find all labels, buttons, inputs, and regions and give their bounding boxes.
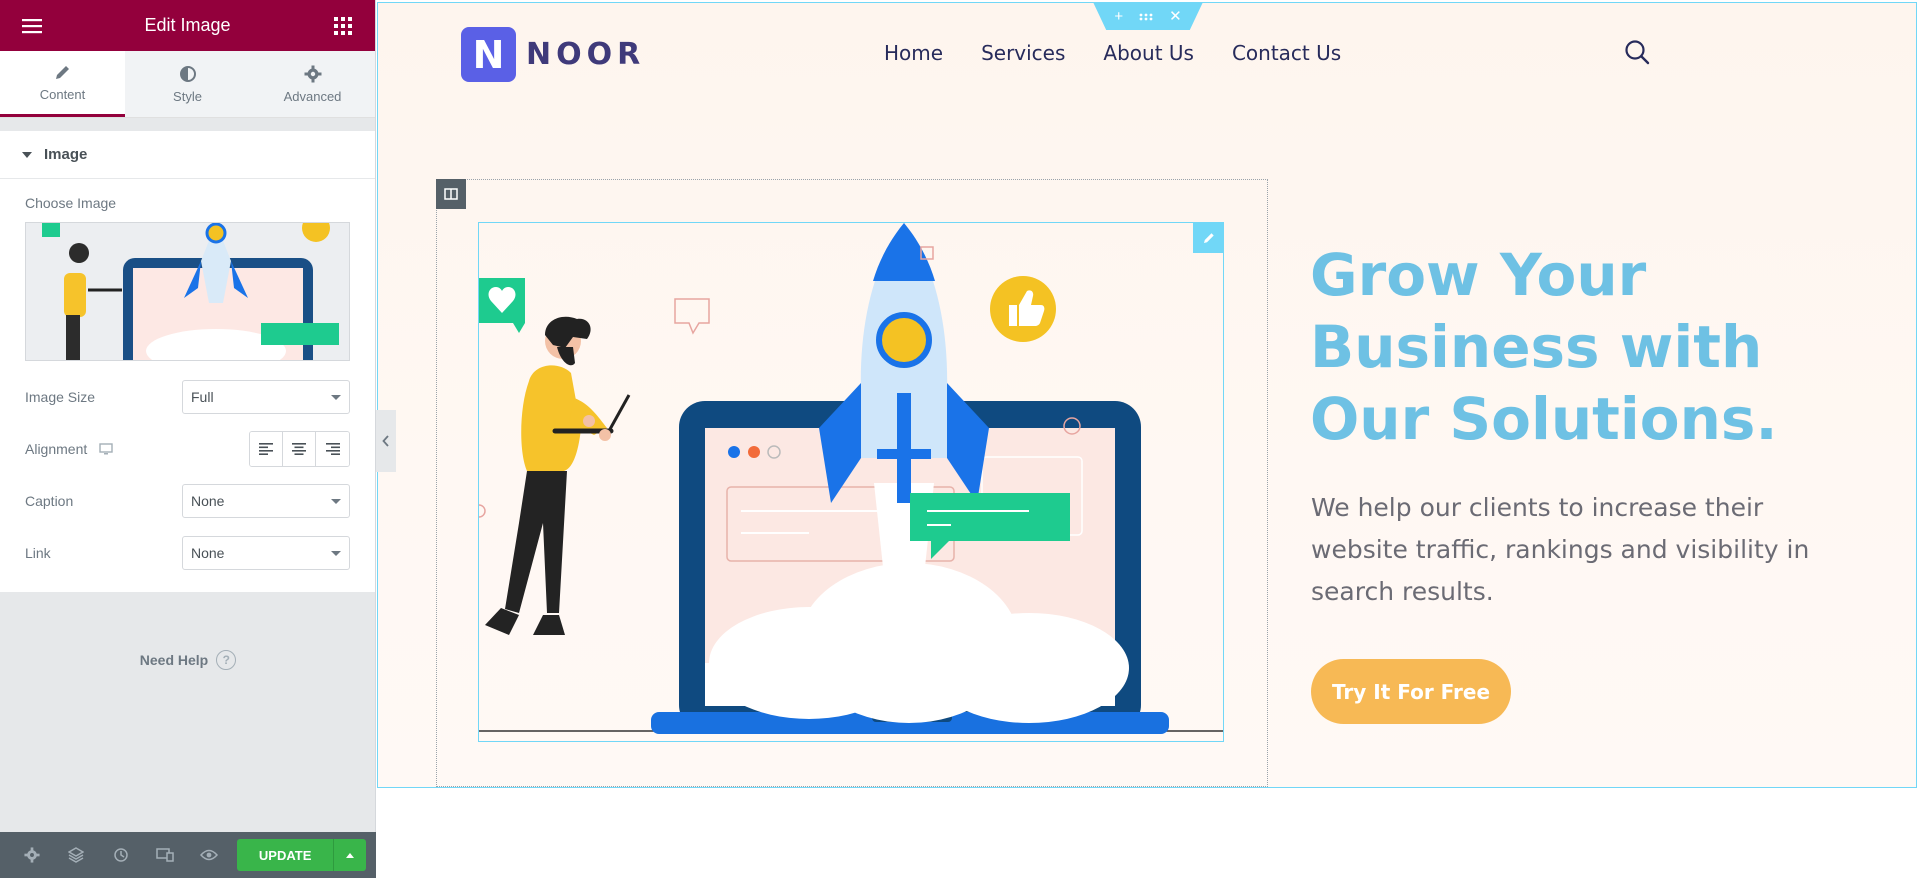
align-right-icon xyxy=(325,443,340,455)
tab-content-label: Content xyxy=(39,87,86,102)
chevron-down-icon xyxy=(331,394,341,400)
try-it-free-button[interactable]: Try It For Free xyxy=(1311,659,1511,724)
image-size-row: Image Size Full xyxy=(25,380,350,414)
panel-header: Edit Image xyxy=(0,0,375,51)
section-title: Image xyxy=(44,146,88,163)
align-center-button[interactable] xyxy=(283,432,316,466)
collapse-panel-toggle[interactable] xyxy=(376,410,396,472)
align-left-icon xyxy=(259,443,273,455)
panel-footer: UPDATE xyxy=(0,832,376,878)
hero-heading-line: Our Solutions. xyxy=(1310,385,1778,453)
alignment-control xyxy=(249,431,350,467)
rocket-launch-illustration xyxy=(451,223,1223,734)
image-picker-thumbnail[interactable] xyxy=(25,222,350,361)
link-select[interactable]: None xyxy=(182,536,350,570)
layers-navigator-icon[interactable] xyxy=(54,832,98,878)
image-controls: Choose Image Image Size Full Alignment C… xyxy=(0,179,375,592)
contrast-icon xyxy=(179,65,196,82)
image-size-label: Image Size xyxy=(25,389,96,405)
caption-row: Caption None xyxy=(25,484,350,518)
hero-heading-line: Business with xyxy=(1310,313,1763,381)
tab-advanced[interactable]: Advanced xyxy=(250,51,375,117)
link-row: Link None xyxy=(25,536,350,570)
alignment-row: Alignment xyxy=(25,431,350,467)
nav-about-us[interactable]: About Us xyxy=(1103,41,1194,65)
caption-select[interactable]: None xyxy=(182,484,350,518)
tabs-divider xyxy=(0,118,375,131)
selected-image-widget[interactable] xyxy=(451,222,1224,742)
update-options-button[interactable] xyxy=(333,839,366,871)
panel-title: Edit Image xyxy=(144,15,231,35)
tab-advanced-label: Advanced xyxy=(283,88,342,104)
image-size-value: Full xyxy=(191,389,214,405)
history-icon[interactable] xyxy=(98,832,142,878)
nav-services[interactable]: Services xyxy=(981,41,1065,65)
image-section: Image Choose Image Image Size Full Align… xyxy=(0,131,375,592)
edit-pencil-icon[interactable] xyxy=(1193,222,1224,253)
need-help-link[interactable]: Need Help ? xyxy=(0,650,376,670)
logo-badge: N xyxy=(461,27,516,82)
tab-style-label: Style xyxy=(173,88,202,104)
hero-heading-line: Grow Your xyxy=(1310,241,1647,309)
chevron-down-icon xyxy=(331,498,341,504)
preview-eye-icon[interactable] xyxy=(187,832,231,878)
hamburger-menu-icon[interactable] xyxy=(20,14,44,38)
gear-icon xyxy=(304,65,321,82)
align-center-icon xyxy=(292,443,306,455)
image-section-toggle[interactable]: Image xyxy=(0,131,375,179)
chevron-left-icon xyxy=(382,435,389,447)
align-right-button[interactable] xyxy=(316,432,349,466)
nav-contact-us[interactable]: Contact Us xyxy=(1232,41,1341,65)
link-label: Link xyxy=(25,545,51,561)
chevron-down-icon xyxy=(331,550,341,556)
widgets-grid-icon[interactable] xyxy=(331,14,355,38)
responsive-mode-icon[interactable] xyxy=(143,832,187,878)
tab-style[interactable]: Style xyxy=(125,51,250,117)
chevron-up-icon xyxy=(346,852,355,858)
main-nav: Home Services About Us Contact Us xyxy=(884,41,1341,65)
drag-handle-icon[interactable] xyxy=(1139,9,1153,24)
nav-home[interactable]: Home xyxy=(884,41,943,65)
hero-heading: Grow Your Business with Our Solutions. xyxy=(1310,239,1870,455)
preview-canvas: N NOOR Home Services About Us Contact Us xyxy=(377,0,1917,878)
caption-value: None xyxy=(191,493,225,509)
rocket-illustration-thumbnail xyxy=(26,223,349,360)
need-help-label: Need Help xyxy=(139,652,209,668)
question-mark-icon: ? xyxy=(216,650,237,670)
update-button[interactable]: UPDATE xyxy=(237,839,334,871)
section-handle: + ✕ xyxy=(1093,2,1203,30)
choose-image-label: Choose Image xyxy=(25,195,117,211)
column-handle-icon[interactable] xyxy=(436,179,466,209)
add-section-icon[interactable]: + xyxy=(1114,9,1123,24)
editor-panel: Edit Image Content Style Advanced Image xyxy=(0,0,376,878)
site-logo[interactable]: N NOOR xyxy=(461,27,645,82)
search-icon[interactable] xyxy=(1624,39,1650,70)
tab-content[interactable]: Content xyxy=(0,51,125,117)
hero-subtext: We help our clients to increase their we… xyxy=(1311,493,1810,606)
caret-down-icon xyxy=(22,151,32,158)
desktop-device-icon[interactable] xyxy=(99,443,113,455)
settings-gear-icon[interactable] xyxy=(10,832,54,878)
align-left-button[interactable] xyxy=(250,432,283,466)
alignment-label: Alignment xyxy=(25,441,88,457)
logo-text: NOOR xyxy=(526,37,646,72)
hero-section[interactable]: N NOOR Home Services About Us Contact Us xyxy=(377,2,1917,788)
panel-tabs: Content Style Advanced xyxy=(0,51,375,118)
close-icon[interactable]: ✕ xyxy=(1169,9,1182,24)
link-value: None xyxy=(191,545,225,561)
pencil-icon xyxy=(55,66,69,79)
caption-label: Caption xyxy=(25,493,74,509)
image-size-select[interactable]: Full xyxy=(182,380,350,414)
